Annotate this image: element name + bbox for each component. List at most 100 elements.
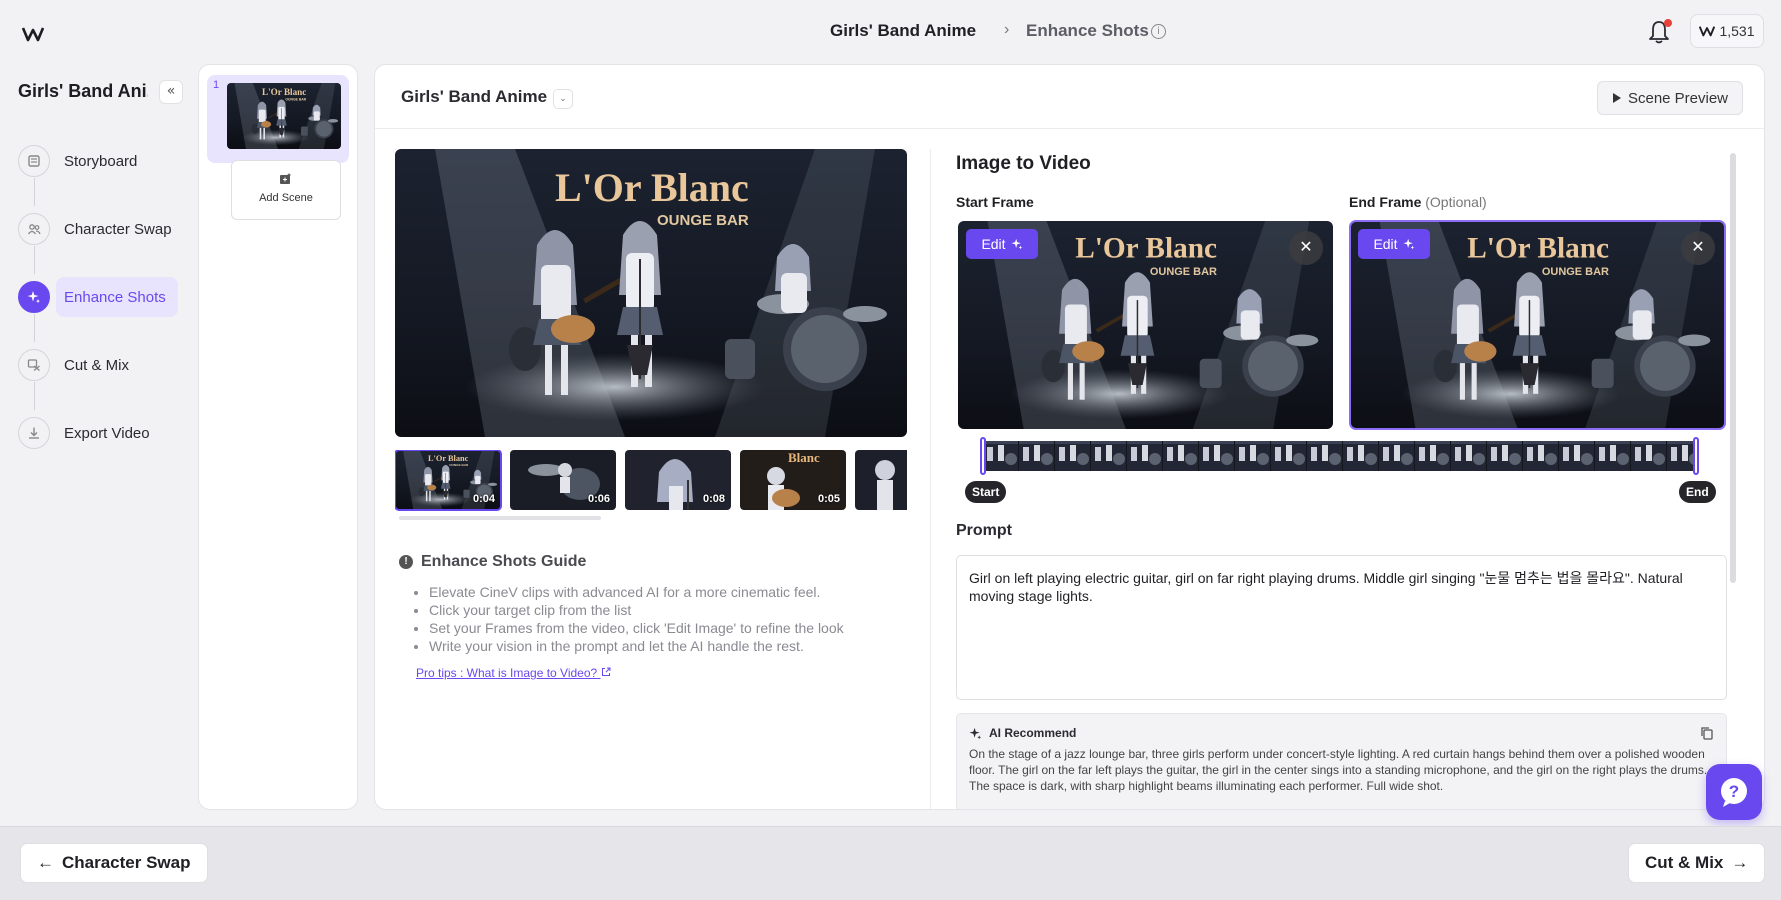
edit-label: Edit bbox=[981, 236, 1006, 252]
storyboard-icon bbox=[18, 145, 50, 177]
external-link-icon bbox=[601, 667, 611, 676]
scene-title: Girls' Band Anime bbox=[401, 87, 548, 106]
people-icon bbox=[18, 213, 50, 245]
breadcrumb-separator: › bbox=[1004, 21, 1010, 38]
scene-preview-button[interactable]: Scene Preview bbox=[1597, 81, 1743, 115]
sidebar-item-label: Export Video bbox=[64, 424, 150, 442]
panel-scrollbar[interactable] bbox=[1730, 153, 1736, 583]
image-to-video-title: Image to Video bbox=[956, 153, 1091, 174]
end-handle[interactable] bbox=[1693, 437, 1699, 475]
sidebar-item-label: Cut & Mix bbox=[64, 356, 130, 374]
notification-badge bbox=[1664, 19, 1672, 27]
credits-balance[interactable]: 1,531 bbox=[1690, 14, 1764, 48]
ai-recommend-title: AI Recommend bbox=[989, 726, 1077, 740]
breadcrumb-current: Enhance Shots bbox=[1026, 21, 1149, 40]
guide-item: Set your Frames from the video, click 'E… bbox=[429, 619, 844, 637]
clip-thumbnail[interactable]: 0:06 bbox=[510, 450, 616, 510]
ai-recommend-panel: AI Recommend On the stage of a jazz loun… bbox=[956, 713, 1727, 809]
end-frame-label-text: End Frame bbox=[1349, 194, 1422, 210]
brand-logo-icon[interactable] bbox=[22, 26, 44, 42]
end-marker-label: End bbox=[1679, 481, 1716, 503]
next-button[interactable]: Cut & Mix → bbox=[1628, 843, 1766, 883]
download-icon bbox=[18, 417, 50, 449]
end-frame-optional: (Optional) bbox=[1425, 194, 1487, 210]
end-frame-label: End Frame (Optional) bbox=[1349, 194, 1487, 210]
clip-thumbnail[interactable]: Blanc 0:05 bbox=[740, 450, 846, 510]
sidebar-item-label: Enhance Shots bbox=[64, 288, 166, 306]
clip-thumbnail[interactable]: 0:04 bbox=[395, 450, 502, 511]
back-button[interactable]: ← Character Swap bbox=[20, 843, 208, 883]
scene-thumbnail bbox=[227, 83, 341, 149]
play-icon bbox=[1612, 93, 1621, 103]
sparkle-icon bbox=[1010, 238, 1022, 250]
bottom-bar: ← Character Swap Cut & Mix → bbox=[0, 826, 1781, 900]
arrow-right-icon: → bbox=[1731, 853, 1749, 872]
info-icon[interactable]: i bbox=[1151, 24, 1166, 39]
guide-item: Elevate CineV clips with advanced AI for… bbox=[429, 583, 844, 601]
info-icon: ! bbox=[399, 555, 413, 569]
add-scene-label: Add Scene bbox=[259, 192, 313, 204]
start-frame[interactable]: Edit ✕ bbox=[958, 221, 1333, 429]
scene-preview-label: Scene Preview bbox=[1627, 89, 1729, 107]
sparkle-icon bbox=[1402, 238, 1414, 250]
end-frame[interactable]: Edit ✕ bbox=[1349, 220, 1726, 430]
add-scene-button[interactable]: Add Scene bbox=[231, 160, 341, 220]
guide-list: Elevate CineV clips with advanced AI for… bbox=[415, 583, 844, 655]
prompt-input[interactable]: Girl on left playing electric guitar, gi… bbox=[956, 555, 1727, 700]
step-connector bbox=[34, 382, 35, 410]
scene-list-panel: 1 Add Scene bbox=[198, 64, 358, 810]
ai-recommend-heading: AI Recommend bbox=[969, 726, 1076, 740]
clip-thumbnail[interactable]: 0:08 bbox=[625, 450, 731, 510]
sidebar-item-highlight: Enhance Shots bbox=[56, 277, 178, 317]
collapse-sidebar-button[interactable]: « bbox=[159, 80, 183, 104]
sidebar-item-storyboard[interactable]: Storyboard bbox=[18, 141, 149, 181]
start-marker-label: Start bbox=[965, 481, 1007, 503]
chevron-down-icon[interactable]: ⌄ bbox=[553, 89, 573, 109]
pro-tips-link[interactable]: Pro tips : What is Image to Video? bbox=[416, 666, 611, 680]
help-button[interactable]: ? bbox=[1706, 764, 1762, 820]
sidebar-item-cut-mix[interactable]: Cut & Mix bbox=[18, 345, 141, 385]
copy-icon[interactable] bbox=[1700, 726, 1714, 740]
clip-list: 0:04 0:06 0:08 Blanc 0:05 bbox=[395, 450, 907, 514]
breadcrumb-project[interactable]: Girls' Band Anime bbox=[830, 21, 976, 41]
sidebar-item-character-swap[interactable]: Character Swap bbox=[18, 209, 184, 249]
step-connector bbox=[34, 178, 35, 206]
pro-tips-link-label: Pro tips : What is Image to Video? bbox=[416, 666, 598, 680]
clip-duration: 0:04 bbox=[472, 493, 495, 505]
clip-duration: 0:08 bbox=[702, 493, 725, 505]
help-chat-icon: ? bbox=[1721, 778, 1747, 807]
credits-value: 1,531 bbox=[1719, 23, 1755, 39]
clip-duration: 0:05 bbox=[817, 493, 840, 505]
clip-scrollbar[interactable] bbox=[399, 516, 601, 520]
sidebar-item-export-video[interactable]: Export Video bbox=[18, 413, 162, 453]
sidebar-item-enhance-shots[interactable]: Enhance Shots bbox=[18, 277, 178, 317]
prompt-label: Prompt bbox=[956, 522, 1012, 539]
add-scene-icon bbox=[280, 173, 291, 184]
svg-text:?: ? bbox=[1729, 782, 1739, 801]
sidebar-item-label: Storyboard bbox=[64, 152, 138, 170]
sparkle-icon bbox=[18, 281, 50, 313]
step-connector bbox=[34, 314, 35, 342]
remove-end-frame-button[interactable]: ✕ bbox=[1681, 231, 1715, 265]
scene-card[interactable]: 1 bbox=[207, 75, 349, 163]
main-panel: Girls' Band Anime ⌄ Scene Preview 0:04 0… bbox=[374, 64, 1765, 810]
next-button-label: Cut & Mix bbox=[1645, 853, 1724, 872]
video-preview[interactable] bbox=[395, 149, 907, 437]
edit-start-frame-button[interactable]: Edit bbox=[966, 229, 1038, 259]
top-bar: Girls' Band Anime › Enhance Shots i 1,53… bbox=[0, 0, 1781, 62]
frame-timeline[interactable] bbox=[983, 441, 1697, 471]
guide-heading: ! Enhance Shots Guide bbox=[399, 553, 586, 571]
edit-label: Edit bbox=[1373, 236, 1398, 252]
guide-item: Click your target clip from the list bbox=[429, 601, 844, 619]
start-handle[interactable] bbox=[980, 437, 986, 475]
brand-coin-icon bbox=[1699, 26, 1716, 37]
guide-item: Write your vision in the prompt and let … bbox=[429, 637, 844, 655]
cut-mix-icon bbox=[18, 349, 50, 381]
start-frame-label: Start Frame bbox=[956, 194, 1034, 210]
remove-start-frame-button[interactable]: ✕ bbox=[1289, 231, 1323, 265]
column-divider bbox=[930, 149, 931, 809]
clip-duration: 0:06 bbox=[587, 493, 610, 505]
clip-thumbnail[interactable] bbox=[855, 450, 907, 510]
edit-end-frame-button[interactable]: Edit bbox=[1358, 229, 1430, 259]
sidebar-item-label: Character Swap bbox=[64, 220, 172, 238]
